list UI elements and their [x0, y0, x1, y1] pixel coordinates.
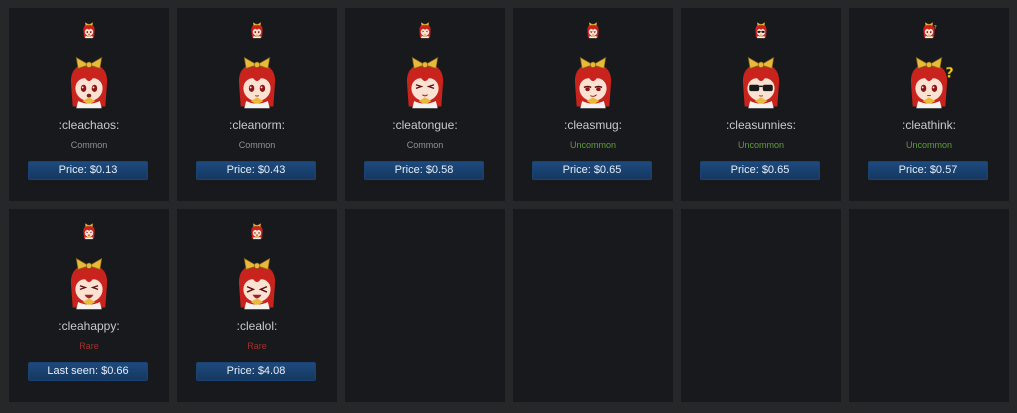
emote-rarity: Common	[238, 140, 276, 150]
emote-card[interactable]: :cleahappy: Rare Last seen: $0.66	[9, 209, 169, 402]
price-button[interactable]: Price: $0.65	[532, 161, 652, 180]
cleasunnies-small-emote-icon	[752, 21, 770, 39]
cleachaos-emote-icon	[60, 52, 118, 112]
cleathink-emote-icon: ?	[900, 52, 958, 112]
emote-card[interactable]: :clealol: Rare Price: $4.08	[177, 209, 337, 402]
cleasmug-small-emote-icon	[584, 21, 602, 39]
emote-name: :cleathink:	[901, 118, 957, 132]
cleahappy-small-emote-icon	[80, 222, 98, 240]
clealol-emote-icon	[228, 253, 286, 313]
cleasunnies-emote-icon	[732, 52, 790, 112]
emote-card[interactable]: :cleatongue: Common Price: $0.58	[345, 8, 505, 201]
cleathink-small-emote-icon: ?	[920, 21, 938, 39]
empty-inventory-slot	[513, 209, 673, 402]
emote-card[interactable]: :cleachaos: Common Price: $0.13	[9, 8, 169, 201]
emote-card[interactable]: ?? :cleathink: Uncommon Price: $0.57	[849, 8, 1009, 201]
emote-rarity: Rare	[79, 341, 99, 351]
emote-rarity: Common	[406, 140, 444, 150]
emote-name: :clealol:	[236, 319, 278, 333]
emote-card[interactable]: :cleasmug: Uncommon Price: $0.65	[513, 8, 673, 201]
empty-inventory-slot	[681, 209, 841, 402]
price-button[interactable]: Price: $0.58	[364, 161, 484, 180]
emote-name: :cleachaos:	[58, 118, 120, 132]
svg-text:?: ?	[945, 65, 953, 81]
emote-rarity: Common	[70, 140, 108, 150]
clealol-small-emote-icon	[248, 222, 266, 240]
emote-rarity: Uncommon	[905, 140, 952, 150]
cleanorm-small-emote-icon	[248, 21, 266, 39]
empty-inventory-slot	[849, 209, 1009, 402]
emote-rarity: Uncommon	[737, 140, 784, 150]
emote-card[interactable]: :cleanorm: Common Price: $0.43	[177, 8, 337, 201]
price-button[interactable]: Price: $0.65	[700, 161, 820, 180]
emote-name: :cleanorm:	[228, 118, 286, 132]
emote-name: :cleatongue:	[392, 118, 458, 132]
emote-rarity: Uncommon	[569, 140, 616, 150]
price-button[interactable]: Price: $0.43	[196, 161, 316, 180]
price-button[interactable]: Price: $0.57	[868, 161, 988, 180]
emote-card[interactable]: :cleasunnies: Uncommon Price: $0.65	[681, 8, 841, 201]
emote-rarity: Rare	[247, 341, 267, 351]
cleatongue-emote-icon	[396, 52, 454, 112]
cleasmug-emote-icon	[564, 52, 622, 112]
empty-inventory-slot	[345, 209, 505, 402]
emote-inventory-grid: :cleachaos: Common Price: $0.13 :cleanorm: C…	[0, 0, 1017, 413]
price-button[interactable]: Price: $4.08	[196, 362, 316, 381]
svg-text:?: ?	[934, 25, 937, 31]
price-button[interactable]: Last seen: $0.66	[28, 362, 148, 381]
emote-name: :cleasmug:	[563, 118, 623, 132]
cleanorm-emote-icon	[228, 52, 286, 112]
emote-name: :cleasunnies:	[725, 118, 797, 132]
cleatongue-small-emote-icon	[416, 21, 434, 39]
price-button[interactable]: Price: $0.13	[28, 161, 148, 180]
cleahappy-emote-icon	[60, 253, 118, 313]
emote-name: :cleahappy:	[58, 319, 120, 333]
cleachaos-small-emote-icon	[80, 21, 98, 39]
